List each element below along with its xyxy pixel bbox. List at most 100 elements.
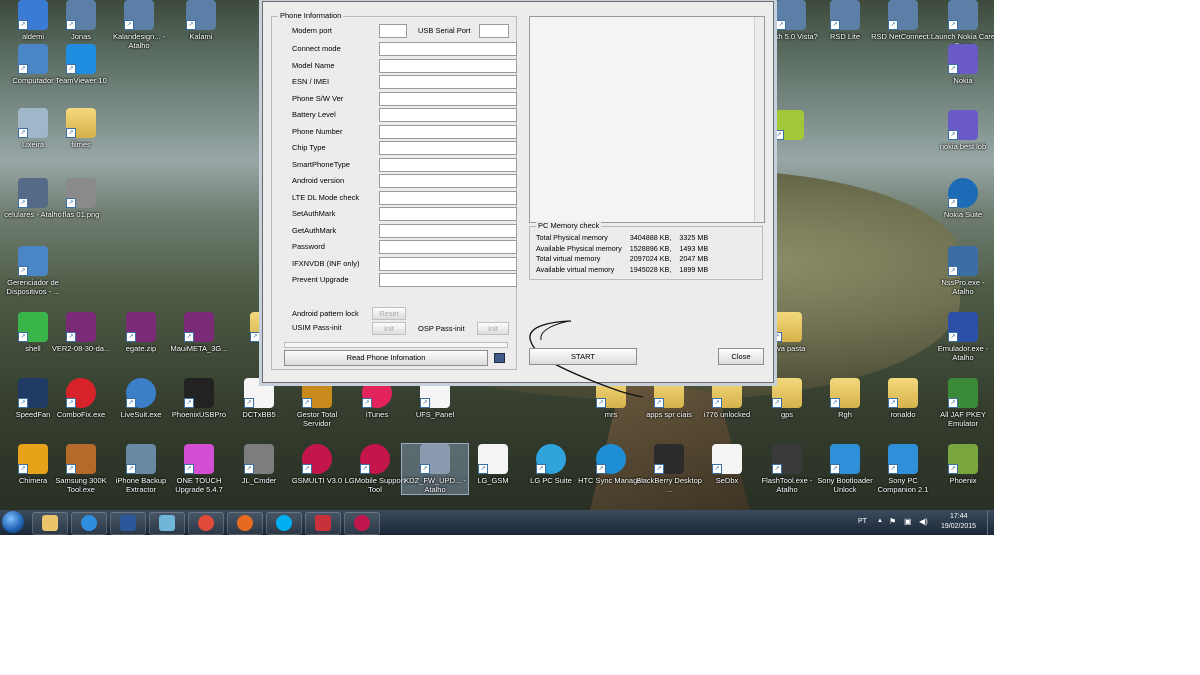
desktop-icon[interactable]: ↗ DCTxBB5 [226, 378, 292, 419]
shortcut-arrow-icon: ↗ [478, 464, 488, 474]
desktop-icon[interactable]: ↗ ComboFix.exe [48, 378, 114, 419]
sonylock-icon: ↗ [830, 444, 860, 474]
desktop-icon[interactable]: ↗ ronaldo [870, 378, 936, 419]
modem-port-field[interactable] [379, 24, 407, 38]
desktop-icon[interactable]: ↗ All JAF PKEY Emulator [930, 378, 994, 428]
clock-date[interactable]: 19/02/2015 [941, 523, 976, 530]
desktop-icon[interactable]: ↗ Gestor Total Servidor [284, 378, 350, 428]
log-textarea[interactable] [529, 16, 765, 223]
desktop-icon[interactable]: ↗ iTunes [344, 378, 410, 419]
reset-button[interactable]: Reset [372, 307, 406, 320]
desktop-icon[interactable]: ↗ KDZ_FW_UPD... - Atalho [401, 443, 469, 495]
start-menu-button[interactable] [2, 511, 24, 533]
desktop-icon[interactable]: ↗ Emulador.exe - Atalho [930, 312, 994, 362]
desktop-icon[interactable]: ↗ LG PC Suite [518, 444, 584, 485]
flag-icon[interactable]: ⚑ [889, 517, 896, 526]
field-input[interactable] [379, 157, 517, 172]
desktop-icon[interactable]: ↗ NssPro.exe - Atalho [930, 246, 994, 296]
field-input[interactable] [379, 273, 517, 287]
desktop-icon[interactable]: ↗ PhoenixUSBPro [166, 378, 232, 419]
field-input[interactable] [379, 223, 517, 238]
desktop-icon[interactable]: ↗ UFS_Panel [402, 378, 468, 419]
field-input[interactable] [379, 141, 517, 155]
field-input[interactable] [379, 42, 517, 56]
desktop-icon[interactable]: ↗Launch Nokia Care Suite [930, 0, 994, 50]
taskbar-button-skype[interactable] [266, 512, 302, 535]
show-desktop-button[interactable] [987, 510, 994, 535]
desktop-icon[interactable]: ↗ filmes [48, 108, 114, 149]
desktop-icon[interactable]: ↗ RSD Lite [812, 0, 878, 41]
desktop-icon[interactable]: ↗ Phoenix [930, 444, 994, 485]
desktop-icon[interactable]: ↗ flas 01.png [48, 178, 114, 219]
tray-expand-icon[interactable]: ▲ [877, 518, 883, 524]
jl-icon: ↗ [244, 444, 274, 474]
language-indicator[interactable]: PT [858, 518, 867, 525]
taskbar-button-notes[interactable] [149, 512, 185, 535]
field-input[interactable] [379, 91, 517, 106]
field-input[interactable] [379, 124, 517, 139]
desktop-icon[interactable]: ↗ iPhone Backup Extractor [108, 444, 174, 494]
desktop-icon-label: LG PC Suite [530, 476, 572, 485]
desktop-icon[interactable]: ↗ Nokia Suite [930, 178, 994, 219]
desktop-icon-label: MauiMETA_3G... [170, 344, 228, 353]
taskbar-button-internet-explorer[interactable] [71, 512, 107, 535]
log-scrollbar[interactable] [754, 17, 764, 222]
desktop-icon[interactable]: ↗ HTC Sync Manager [578, 444, 644, 485]
desktop-icon[interactable]: ↗ VER2-08-30-da... [48, 312, 114, 353]
desktop-icon-label: flas 01.png [62, 210, 100, 219]
field-input[interactable] [379, 108, 517, 122]
shortcut-arrow-icon: ↗ [66, 464, 76, 474]
desktop-icon[interactable]: ↗ nokia best lob [930, 110, 994, 151]
desktop-icon[interactable]: ↗ LGMobile Support Tool [342, 444, 408, 494]
taskbar-button-lg[interactable] [344, 512, 380, 535]
shortcut-arrow-icon: ↗ [596, 464, 606, 474]
read-phone-info-button[interactable]: Read Phone Infomation [284, 350, 488, 366]
desktop-icon[interactable]: ↗ JL_Cmder [226, 444, 292, 485]
taskbar-button-word[interactable] [110, 512, 146, 535]
desktop-icon[interactable]: ↗ Jonas [48, 0, 114, 41]
usim-init-button[interactable]: Init [372, 322, 406, 335]
clock-time[interactable]: 17:44 [950, 513, 968, 520]
start-button[interactable]: START [529, 348, 637, 365]
desktop-icon[interactable]: ↗ gps [754, 378, 820, 419]
desktop-icon-label: ComboFix.exe [56, 410, 106, 419]
desktop-icon[interactable]: ↗ Samsung 300K Tool.exe [48, 444, 114, 494]
desktop-icon[interactable]: ↗ Sony PC Companion 2.1 [870, 444, 936, 494]
desktop-icon[interactable]: ↗ Rgh [812, 378, 878, 419]
field-input[interactable] [379, 256, 517, 271]
network-icon[interactable]: ▣ [904, 517, 912, 526]
taskbar-button-firefox[interactable] [227, 512, 263, 535]
desktop-icon[interactable]: ↗ RSD NetConnect... [870, 0, 936, 41]
taskbar-button-explorer[interactable] [32, 512, 68, 535]
desktop-icon[interactable]: ↗ Sony Bootloader Unlock [812, 444, 878, 494]
desktop-icon[interactable]: ↗ Kalami [168, 0, 234, 41]
field-input[interactable] [379, 174, 517, 188]
desktop-icon[interactable]: ↗ FlashTool.exe - Atalho [754, 444, 820, 494]
field-input[interactable] [379, 207, 517, 221]
desktop-icon[interactable]: ↗ Kalandesign... - Atalho [106, 0, 172, 50]
shortcut-arrow-icon: ↗ [18, 464, 28, 474]
desktop-icon[interactable]: ↗ LG_GSM [460, 444, 526, 485]
close-button[interactable]: Close [718, 348, 764, 365]
desktop-icon[interactable]: ↗ SeDbx [694, 444, 760, 485]
osp-init-button[interactable]: Init [477, 322, 509, 335]
field-input[interactable] [379, 75, 517, 89]
field-input[interactable] [379, 58, 517, 73]
shortcut-arrow-icon: ↗ [420, 398, 430, 408]
desktop-icon[interactable]: ↗ Gerenciador de Dispositivos - ... [0, 246, 66, 296]
desktop-icon[interactable]: ↗ MauiMETA_3G... [166, 312, 232, 353]
taskbar-button-toolbox[interactable] [305, 512, 341, 535]
save-icon[interactable] [494, 353, 505, 363]
desktop-icon[interactable]: ↗ TeamViewer 10 [48, 44, 114, 85]
usb-serial-port-field[interactable] [479, 24, 509, 38]
volume-icon[interactable]: ◀) [919, 517, 928, 526]
taskbar-button-chrome[interactable] [188, 512, 224, 535]
desktop-icon[interactable]: ↗ Nokia [930, 44, 994, 85]
field-input[interactable] [379, 240, 517, 254]
desktop-icon[interactable]: ↗ ONE TOUCH Upgrade 5.4.7 [166, 444, 232, 494]
desktop-icon[interactable]: ↗ LiveSuit.exe [108, 378, 174, 419]
desktop-icon[interactable]: ↗ egate.zip [108, 312, 174, 353]
field-input[interactable] [379, 190, 517, 205]
desktop-icon[interactable]: ↗ BlackBerry Desktop ... [636, 444, 702, 494]
desktop-icon[interactable]: ↗ GSMULTI V3.0 [284, 444, 350, 485]
